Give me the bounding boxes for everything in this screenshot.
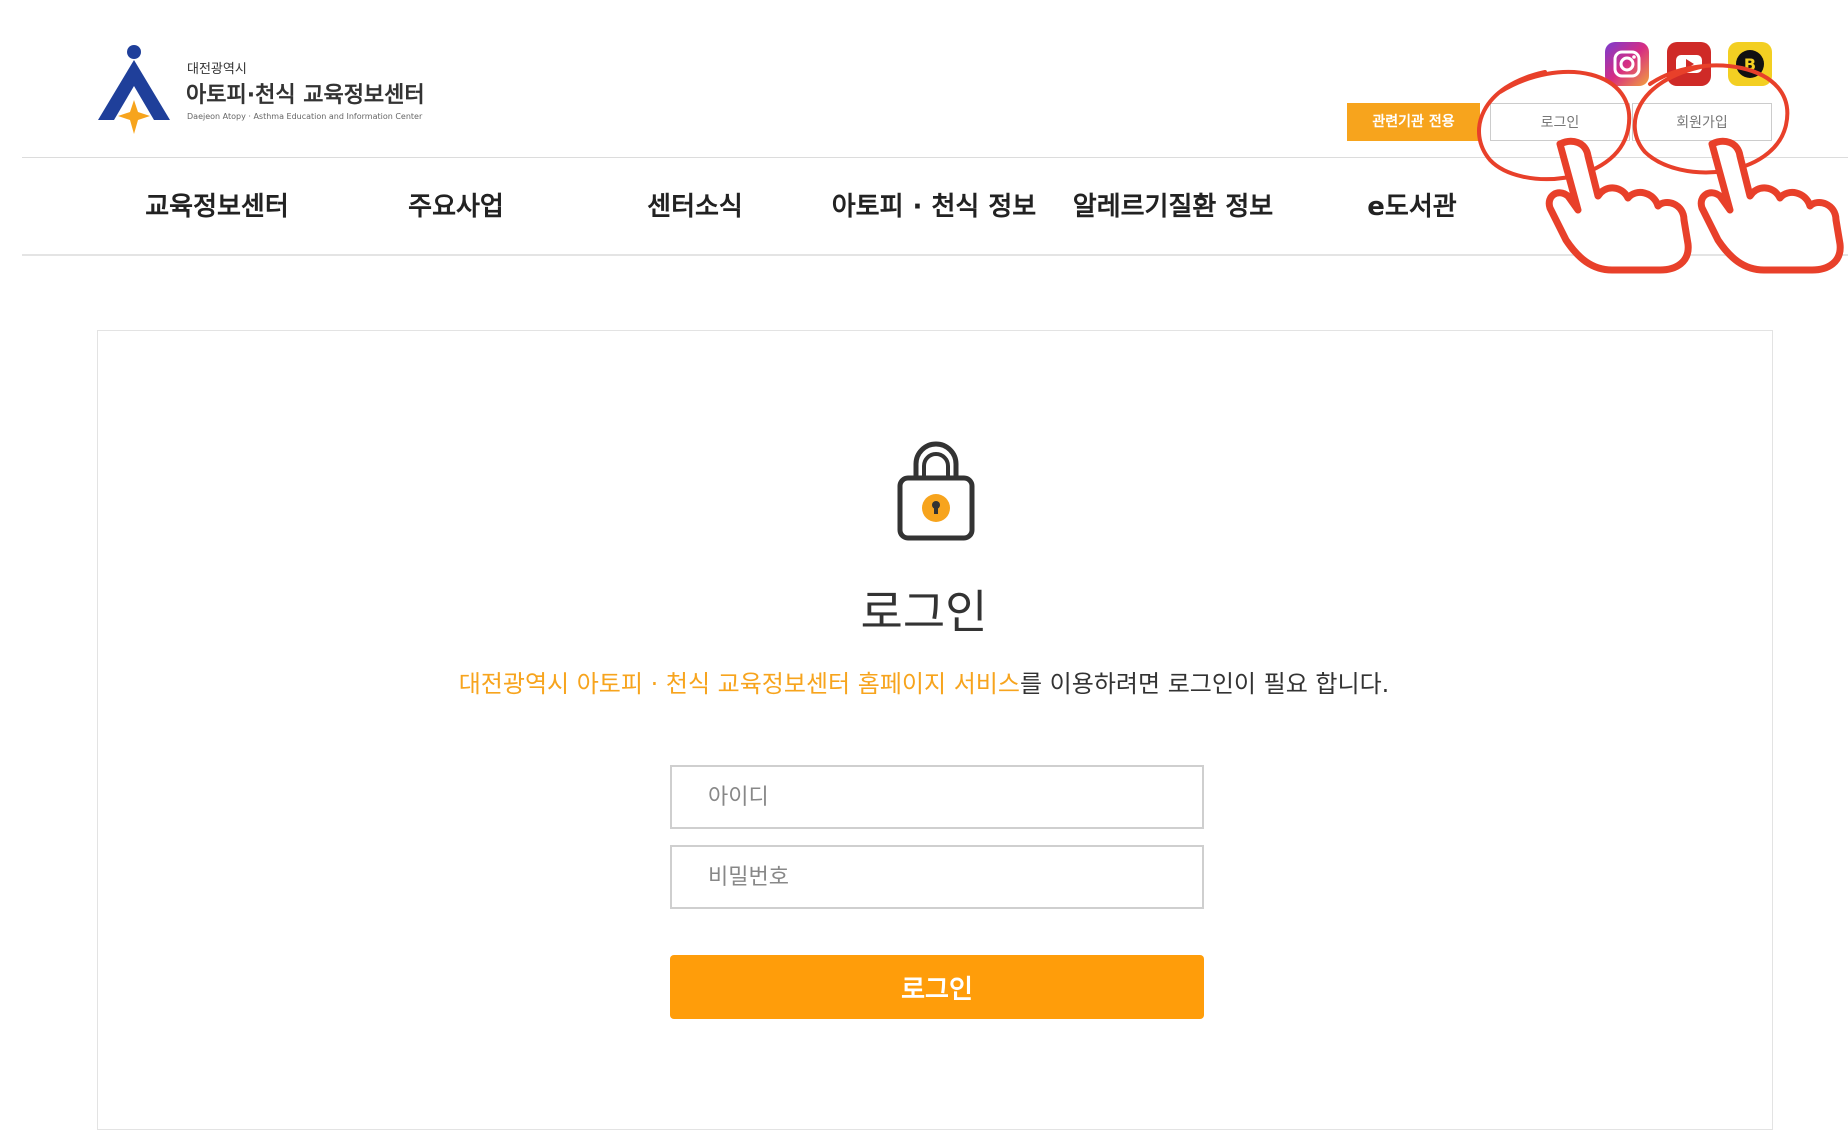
blog-link[interactable]: B (1728, 42, 1772, 86)
youtube-icon (1676, 55, 1702, 73)
login-description-highlight: 대전광역시 아토피 · 천식 교육정보센터 홈페이지 서비스 (458, 670, 1020, 698)
login-description-rest: 를 이용하려면 로그인이 필요 합니다. (1019, 670, 1390, 698)
nav-item-e-library[interactable]: e도서관 (1293, 186, 1531, 223)
nav-item-main-projects[interactable]: 주요사업 (337, 186, 575, 223)
lock-icon (897, 441, 975, 541)
login-title: 로그인 (860, 585, 988, 639)
header-signup-button[interactable]: 회원가입 (1632, 103, 1772, 141)
header-login-button[interactable]: 로그인 (1490, 103, 1630, 141)
logo-mark-icon (98, 45, 170, 134)
svg-text:B: B (1744, 55, 1756, 74)
instagram-link[interactable] (1605, 42, 1649, 86)
nav-item-allergy-info[interactable]: 알레르기질환 정보 (1054, 186, 1292, 223)
blog-icon: B (1736, 50, 1764, 78)
agency-only-button[interactable]: 관련기관 전용 (1347, 103, 1480, 141)
logo-english: Daejeon Atopy · Asthma Education and Inf… (187, 112, 423, 121)
site-logo[interactable]: 대전광역시 아토피·천식 교육정보센터 Daejeon Atopy · Asth… (94, 42, 454, 142)
user-id-input[interactable] (670, 765, 1204, 829)
logo-title: 아토피·천식 교육정보센터 (186, 83, 425, 108)
nav-item-education-center[interactable]: 교육정보센터 (98, 186, 336, 223)
login-description: 대전광역시 아토피 · 천식 교육정보센터 홈페이지 서비스를 이용하려면 로그… (0, 664, 1848, 699)
instagram-icon (1613, 50, 1641, 78)
nav-item-center-news[interactable]: 센터소식 (576, 186, 814, 223)
nav-item-partial[interactable]: ㄹ (1582, 186, 1682, 223)
nav-item-atopy-asthma-info[interactable]: 아토피 · 천식 정보 (815, 186, 1053, 223)
youtube-link[interactable] (1667, 42, 1711, 86)
logo-city: 대전광역시 (187, 62, 247, 77)
login-submit-button[interactable]: 로그인 (670, 955, 1204, 1019)
password-input[interactable] (670, 845, 1204, 909)
main-navigation: 교육정보센터 주요사업 센터소식 아토피 · 천식 정보 알레르기질환 정보 e… (22, 158, 1848, 256)
